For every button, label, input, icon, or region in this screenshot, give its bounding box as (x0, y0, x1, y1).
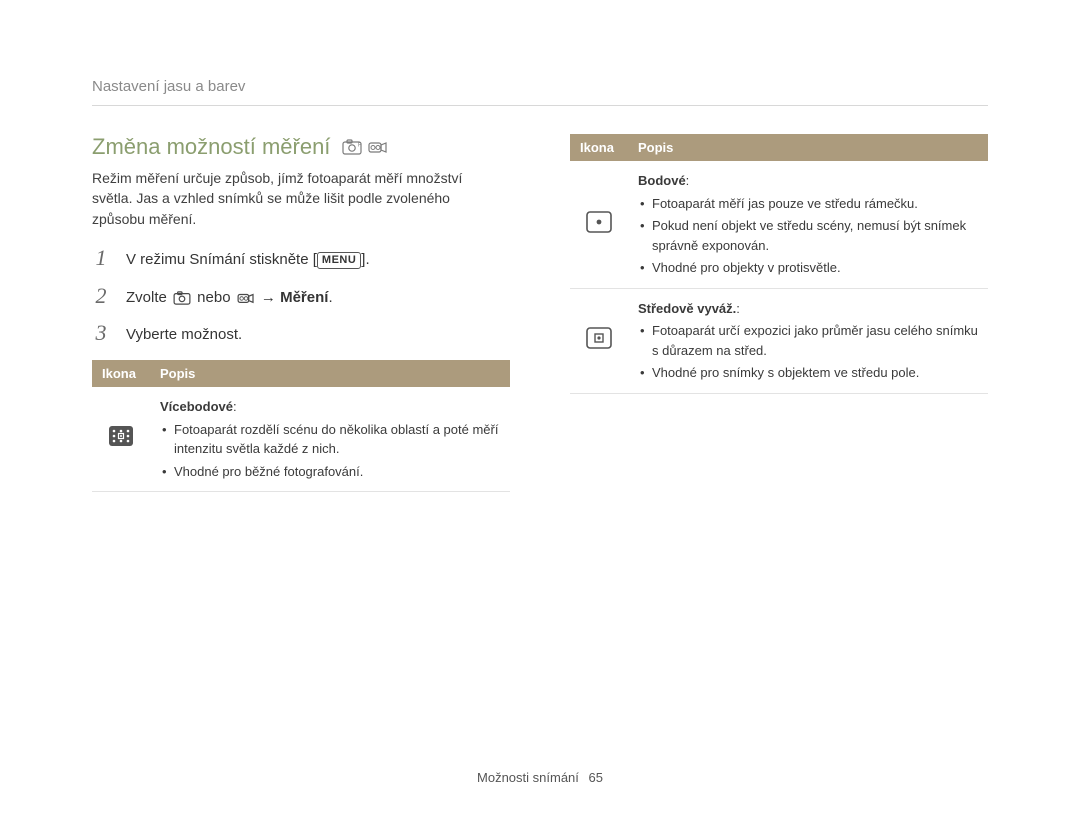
camera-icon (173, 291, 191, 305)
step-number: 1 (92, 247, 110, 269)
video-icon (368, 139, 388, 155)
step-text: V režimu Snímání stiskněte [MENU]. (126, 247, 370, 271)
table-header-desc: Popis (150, 360, 510, 387)
page-number: 65 (589, 770, 603, 785)
table-row: Středově vyváž.: Fotoaparát určí expozic… (570, 288, 988, 393)
table-row: Bodové: Fotoaparát měří jas pouze ve stř… (570, 161, 988, 288)
step-text-fragment: → (257, 289, 280, 306)
page: Nastavení jasu a barev Změna možností mě… (0, 0, 1080, 815)
step-text-fragment: ]. (361, 251, 369, 268)
step-text: Zvolte nebo → Měření. (126, 285, 333, 309)
step-text-fragment: V režimu Snímání stiskněte [ (126, 251, 317, 268)
menu-button-label: MENU (317, 252, 361, 269)
bullet-item: Pokud není objekt ve středu scény, nemus… (638, 216, 978, 255)
step-text-fragment: Zvolte (126, 289, 171, 306)
row-title: Vícebodové (160, 399, 233, 414)
step-2: 2 Zvolte nebo → Měření. (92, 285, 510, 309)
breadcrumb: Nastavení jasu a barev (92, 78, 988, 106)
bullet-item: Vhodné pro snímky s objektem ve středu p… (638, 363, 978, 383)
video-icon (237, 291, 255, 305)
steps-list: 1 V režimu Snímání stiskněte [MENU]. 2 Z… (92, 247, 510, 346)
table-desc-cell: Bodové: Fotoaparát měří jas pouze ve stř… (628, 161, 988, 288)
row-bullets: Fotoaparát určí expozici jako průměr jas… (638, 321, 978, 383)
row-bullets: Fotoaparát rozdělí scénu do několika obl… (160, 420, 500, 482)
table-header-icon: Ikona (92, 360, 150, 387)
metering-spot-icon (570, 161, 628, 288)
step-number: 3 (92, 322, 110, 344)
page-footer: Možnosti snímání 65 (0, 770, 1080, 785)
row-title: Středově vyváž. (638, 301, 736, 316)
left-column: Změna možností měření P (92, 134, 510, 492)
table-header-desc: Popis (628, 134, 988, 161)
step-1: 1 V režimu Snímání stiskněte [MENU]. (92, 247, 510, 271)
row-title: Bodové (638, 173, 686, 188)
svg-text:P: P (358, 143, 362, 149)
step-text-fragment: . (328, 289, 332, 306)
bullet-item: Vhodné pro objekty v protisvětle. (638, 258, 978, 278)
heading-text: Změna možností měření (92, 134, 330, 160)
step-3: 3 Vyberte možnost. (92, 322, 510, 346)
camera-p-icon: P (342, 139, 362, 155)
bullet-item: Fotoaparát rozdělí scénu do několika obl… (160, 420, 500, 459)
table-row: Vícebodové: Fotoaparát rozdělí scénu do … (92, 387, 510, 492)
bullet-item: Vhodné pro běžné fotografování. (160, 462, 500, 482)
step-text: Vyberte možnost. (126, 322, 242, 346)
metering-table-left: Ikona Popis (92, 360, 510, 492)
footer-section: Možnosti snímání (477, 770, 579, 785)
step-text-fragment: nebo (193, 289, 235, 306)
bullet-item: Fotoaparát měří jas pouze ve středu ráme… (638, 194, 978, 214)
metering-table-right: Ikona Popis (570, 134, 988, 394)
intro-paragraph: Režim měření určuje způsob, jímž fotoapa… (92, 168, 492, 229)
right-column: Ikona Popis (570, 134, 988, 492)
bullet-item: Fotoaparát určí expozici jako průměr jas… (638, 321, 978, 360)
metering-center-icon (570, 288, 628, 393)
step-number: 2 (92, 285, 110, 307)
metering-multi-icon (92, 387, 150, 492)
table-desc-cell: Středově vyváž.: Fotoaparát určí expozic… (628, 288, 988, 393)
section-heading: Změna možností měření P (92, 134, 510, 160)
table-desc-cell: Vícebodové: Fotoaparát rozdělí scénu do … (150, 387, 510, 492)
step-text-bold: Měření (280, 289, 328, 306)
content-columns: Změna možností měření P (92, 134, 988, 492)
row-bullets: Fotoaparát měří jas pouze ve středu ráme… (638, 194, 978, 278)
mode-icons-group: P (342, 139, 388, 155)
table-header-icon: Ikona (570, 134, 628, 161)
